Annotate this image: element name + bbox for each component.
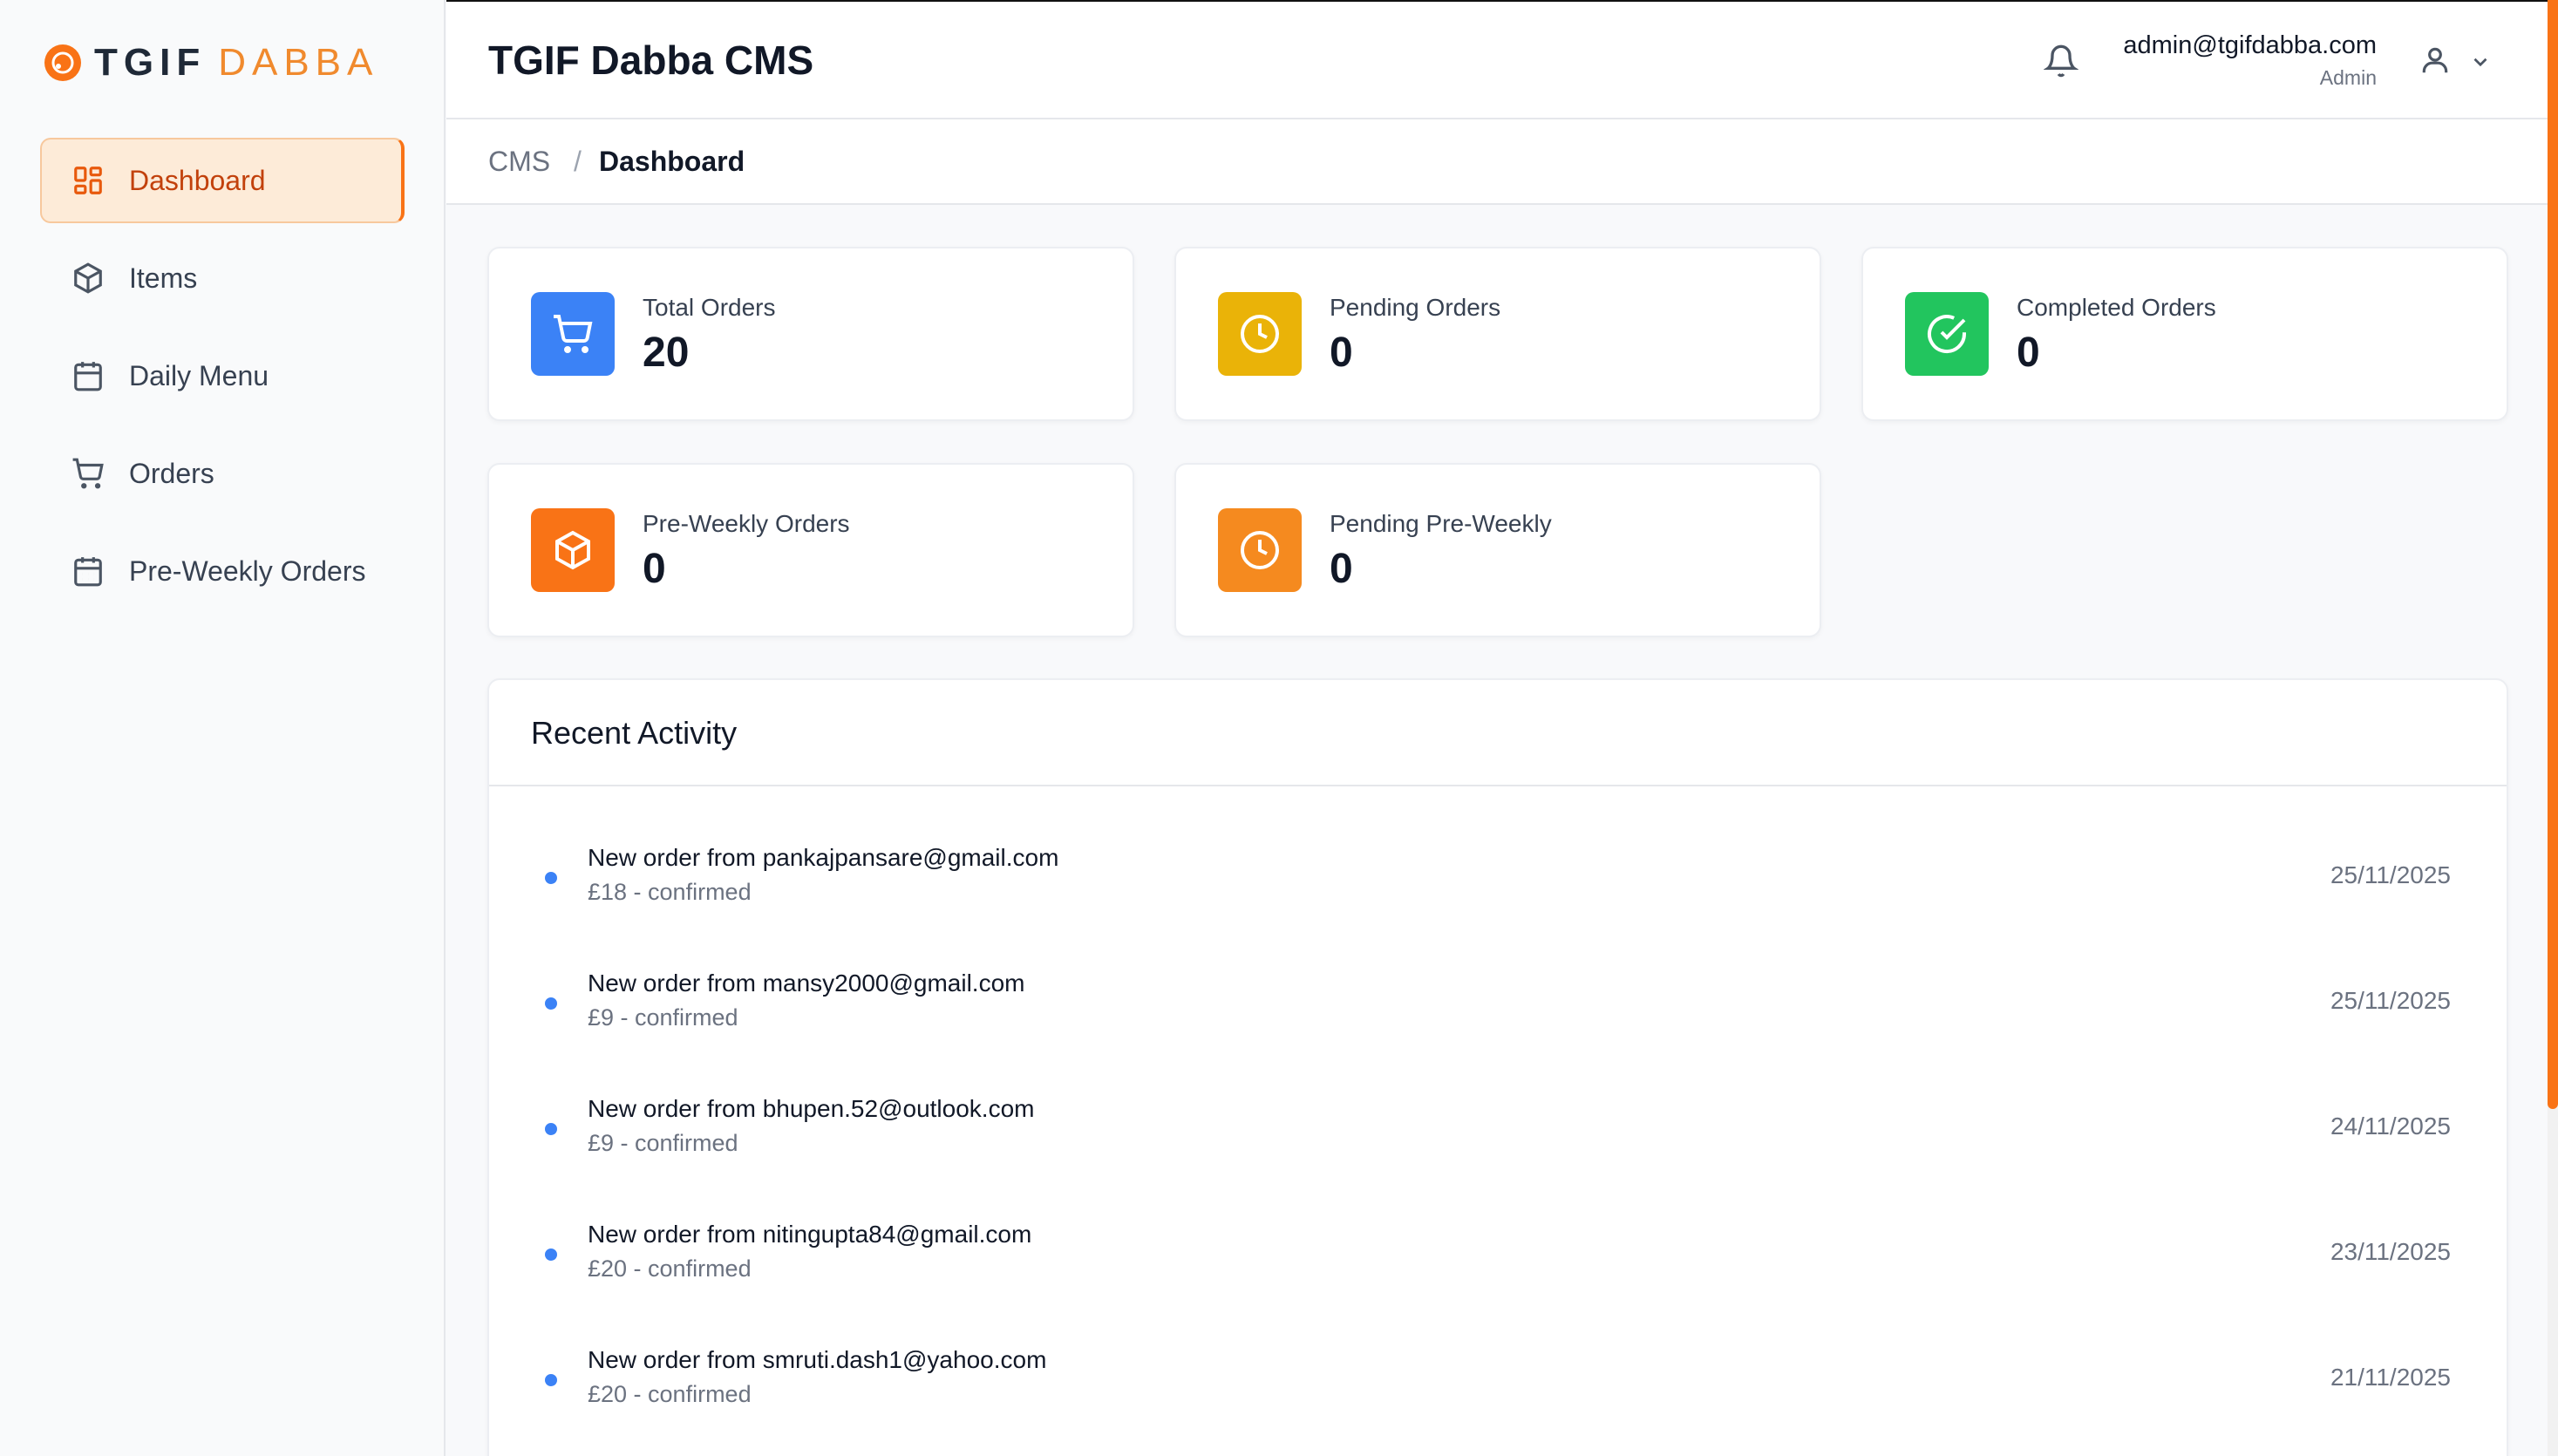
stat-card-pre-weekly-orders: Pre-Weekly Orders 0 bbox=[487, 463, 1134, 637]
stat-label: Pre-Weekly Orders bbox=[643, 510, 850, 537]
activity-date: 21/11/2025 bbox=[2330, 1364, 2451, 1391]
stat-value: 0 bbox=[1330, 546, 1353, 592]
activity-item[interactable]: New order from mansy2000@gmail.com £9 - … bbox=[489, 961, 2507, 1048]
breadcrumb: CMS / Dashboard bbox=[446, 119, 2548, 205]
brand-name-primary: TGIF bbox=[94, 41, 207, 84]
activity-detail: £20 - confirmed bbox=[588, 1381, 752, 1407]
calendar-grid-icon bbox=[71, 555, 105, 588]
activity-text: New order from nitingupta84@gmail.com bbox=[588, 1221, 1032, 1248]
activity-text: New order from smruti.dash1@yahoo.com bbox=[588, 1346, 1047, 1373]
sidebar-item-label: Orders bbox=[129, 457, 214, 489]
brand-name-secondary: DABBA bbox=[218, 41, 379, 84]
stat-value: 0 bbox=[2017, 330, 2040, 376]
status-dot bbox=[545, 1374, 557, 1386]
sidebar-item-daily-menu[interactable]: Daily Menu bbox=[40, 333, 405, 418]
calendar-icon bbox=[71, 359, 105, 392]
user-email: admin@tgifdabba.com bbox=[2123, 31, 2377, 59]
sidebar-item-dashboard[interactable]: Dashboard bbox=[40, 138, 405, 223]
sidebar-item-pre-weekly-orders[interactable]: Pre-Weekly Orders bbox=[40, 528, 405, 614]
activity-date: 24/11/2025 bbox=[2330, 1112, 2451, 1140]
stat-card-total-orders: Total Orders 20 bbox=[487, 247, 1134, 421]
breadcrumb-separator: / bbox=[574, 146, 582, 177]
sidebar-item-label: Pre-Weekly Orders bbox=[129, 555, 366, 587]
stat-value: 0 bbox=[643, 546, 666, 592]
stat-value: 0 bbox=[1330, 330, 1353, 376]
sidebar-item-label: Items bbox=[129, 262, 198, 294]
section-title: Recent Activity bbox=[531, 715, 738, 751]
cart-icon bbox=[71, 457, 105, 490]
scrollbar-thumb[interactable] bbox=[2548, 0, 2558, 1109]
box-icon bbox=[531, 508, 615, 592]
box-icon bbox=[71, 262, 105, 295]
activity-item[interactable]: New order from nitingupta84@gmail.com £2… bbox=[489, 1212, 2507, 1299]
stat-value: 20 bbox=[643, 330, 690, 376]
clock-icon bbox=[1218, 508, 1302, 592]
activity-item[interactable]: New order from smruti.dash1@yahoo.com £2… bbox=[489, 1337, 2507, 1425]
recent-activity-panel: Recent Activity New order from pankajpan… bbox=[487, 678, 2508, 1456]
brand-logo[interactable]: TGIF DABBA bbox=[44, 38, 378, 87]
activity-detail: £9 - confirmed bbox=[588, 1004, 738, 1031]
sidebar-nav: Dashboard Items Daily Menu Orders Pre-We… bbox=[40, 138, 405, 626]
stat-label: Total Orders bbox=[643, 294, 776, 321]
activity-date: 25/11/2025 bbox=[2330, 861, 2451, 888]
clock-icon bbox=[1218, 292, 1302, 376]
dashboard-grid-icon bbox=[71, 164, 105, 197]
breadcrumb-current: Dashboard bbox=[599, 146, 745, 177]
stat-card-completed-orders: Completed Orders 0 bbox=[1861, 247, 2508, 421]
sidebar-item-items[interactable]: Items bbox=[40, 235, 405, 321]
user-avatar-icon[interactable] bbox=[2419, 44, 2452, 77]
stat-card-pending-orders: Pending Orders 0 bbox=[1174, 247, 1821, 421]
check-circle-icon bbox=[1905, 292, 1989, 376]
sidebar-item-label: Dashboard bbox=[129, 164, 266, 196]
activity-item[interactable]: New order from bhupen.52@outlook.com £9 … bbox=[489, 1086, 2507, 1174]
status-dot bbox=[545, 1123, 557, 1135]
activity-date: 25/11/2025 bbox=[2330, 987, 2451, 1014]
sidebar-item-orders[interactable]: Orders bbox=[40, 431, 405, 516]
stat-label: Pending Pre-Weekly bbox=[1330, 510, 1552, 537]
status-dot bbox=[545, 872, 557, 884]
activity-text: New order from mansy2000@gmail.com bbox=[588, 970, 1025, 997]
activity-text: New order from pankajpansare@gmail.com bbox=[588, 844, 1059, 871]
divider bbox=[489, 785, 2507, 786]
notification-bell-icon[interactable] bbox=[2044, 44, 2078, 78]
chevron-down-icon[interactable] bbox=[2469, 51, 2492, 73]
breadcrumb-root-link[interactable]: CMS bbox=[488, 146, 550, 178]
activity-detail: £9 - confirmed bbox=[588, 1130, 738, 1156]
top-bar: TGIF Dabba CMS admin@tgifdabba.com Admin bbox=[446, 0, 2548, 119]
sidebar-item-label: Daily Menu bbox=[129, 359, 269, 391]
status-dot bbox=[545, 997, 557, 1010]
sidebar: TGIF DABBA Dashboard Items Daily Menu Or… bbox=[0, 0, 446, 1456]
activity-detail: £20 - confirmed bbox=[588, 1255, 752, 1282]
activity-detail: £18 - confirmed bbox=[588, 879, 752, 905]
page-title: TGIF Dabba CMS bbox=[488, 37, 814, 83]
cart-icon bbox=[531, 292, 615, 376]
brand-logo-icon bbox=[44, 44, 81, 81]
user-role: Admin bbox=[2319, 66, 2377, 89]
status-dot bbox=[545, 1248, 557, 1261]
activity-item[interactable]: New order from pankajpansare@gmail.com £… bbox=[489, 835, 2507, 922]
stat-label: Completed Orders bbox=[2017, 294, 2216, 321]
stat-card-pending-pre-weekly: Pending Pre-Weekly 0 bbox=[1174, 463, 1821, 637]
activity-date: 23/11/2025 bbox=[2330, 1238, 2451, 1265]
stat-label: Pending Orders bbox=[1330, 294, 1501, 321]
activity-text: New order from bhupen.52@outlook.com bbox=[588, 1095, 1035, 1122]
